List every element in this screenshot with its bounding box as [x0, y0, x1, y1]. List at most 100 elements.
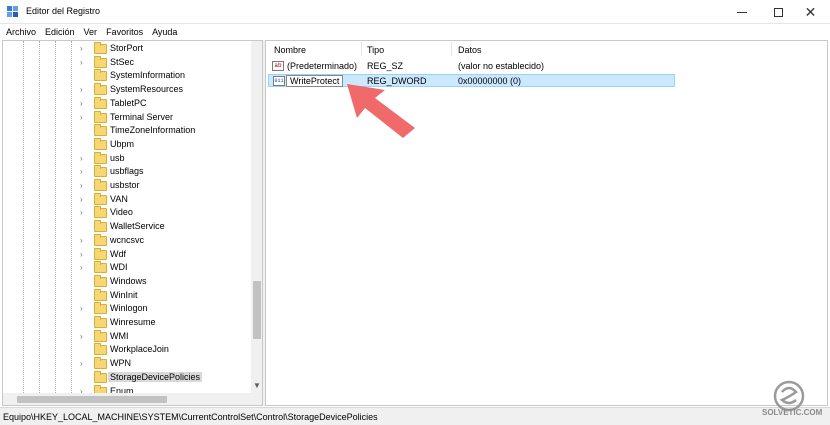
folder-icon: [94, 274, 107, 287]
column-header-nombre[interactable]: Nombre: [274, 45, 306, 55]
tree-item[interactable]: › SystemResources: [3, 83, 251, 97]
tree-item[interactable]: Windows: [3, 274, 251, 289]
tree-item[interactable]: › usbflags: [3, 165, 251, 179]
chevron-right-icon[interactable]: ›: [80, 332, 83, 341]
tree-item-label: Winresume: [110, 317, 156, 327]
tree-item[interactable]: › StorPort: [3, 42, 251, 56]
tree-item-label: VAN: [110, 193, 128, 204]
menu-edicion[interactable]: Edición: [45, 27, 75, 37]
folder-icon: [94, 247, 107, 260]
tree-item[interactable]: › Terminal Server: [3, 110, 251, 125]
tree-horizontal-scrollbar[interactable]: [3, 393, 251, 405]
folder-icon: [94, 69, 107, 82]
folder-icon: [94, 233, 107, 246]
chevron-right-icon[interactable]: ›: [80, 195, 83, 204]
tree-item[interactable]: TimeZoneInformation: [3, 124, 251, 138]
scroll-down-arrow-icon[interactable]: ▼: [253, 381, 261, 390]
chevron-right-icon[interactable]: ›: [80, 236, 83, 245]
chevron-right-icon[interactable]: ›: [80, 45, 83, 53]
menu-archivo[interactable]: Archivo: [6, 27, 36, 37]
tree-item-label: Wdf: [110, 248, 127, 259]
folder-icon: [94, 179, 107, 191]
tree-item[interactable]: › Winlogon: [3, 302, 251, 316]
tree-item[interactable]: › WDI: [3, 261, 251, 275]
tree-item-label: Ubpm: [110, 138, 135, 149]
folder-icon: [94, 137, 107, 150]
menu-favoritos[interactable]: Favoritos: [106, 27, 143, 37]
tree-item-label: wcncsvc: [110, 234, 145, 245]
pointer-arrow-icon: [347, 84, 415, 138]
tree-item[interactable]: › TabletPC: [3, 96, 251, 111]
chevron-right-icon[interactable]: ›: [80, 250, 83, 259]
minimize-icon: [737, 11, 747, 13]
tree-item[interactable]: › WPN: [3, 357, 251, 371]
tree-item[interactable]: › VAN: [3, 192, 251, 207]
tree-item[interactable]: Ubpm: [3, 137, 251, 152]
tree-item-selected[interactable]: StorageDevicePolicies: [3, 370, 251, 385]
chevron-right-icon[interactable]: ›: [80, 360, 83, 368]
value-name: (Predeterminado): [287, 61, 358, 71]
tree-item[interactable]: › WMI: [3, 329, 251, 344]
folder-icon: [94, 370, 107, 383]
column-header-tipo[interactable]: Tipo: [367, 45, 384, 55]
tree-item[interactable]: WinInit: [3, 288, 251, 303]
chevron-right-icon[interactable]: ›: [80, 154, 83, 163]
tree-item-label: WPN: [110, 358, 131, 369]
tree-item[interactable]: WorkplaceJoin: [3, 343, 251, 357]
registry-tree-pane[interactable]: › StorPort › StSec SystemInformation › SystemR…: [2, 40, 263, 406]
column-divider[interactable]: [451, 42, 452, 56]
folder-icon: [94, 165, 107, 178]
menu-ver[interactable]: Ver: [84, 27, 98, 37]
scroll-thumb[interactable]: [17, 396, 167, 403]
folder-icon: [94, 55, 107, 68]
value-name: WriteProtect: [286, 75, 344, 87]
tree-item[interactable]: WalletService: [3, 220, 251, 234]
list-header: Nombre Tipo Datos: [266, 41, 827, 58]
chevron-right-icon[interactable]: ›: [80, 168, 83, 176]
chevron-right-icon[interactable]: ›: [80, 86, 83, 94]
tree-item[interactable]: › StSec: [3, 55, 251, 70]
column-header-datos[interactable]: Datos: [458, 45, 482, 55]
menu-ayuda[interactable]: Ayuda: [152, 27, 177, 37]
folder-icon: [94, 96, 107, 109]
folder-icon: [94, 83, 107, 96]
value-row-selected[interactable]: 011 WriteProtect REG_DWORD 0x00000000 (0…: [268, 74, 675, 87]
column-divider[interactable]: [361, 42, 362, 56]
tree-item-label: Winlogon: [110, 303, 148, 314]
tree-item-label: WMI: [110, 330, 129, 341]
folder-icon: [94, 329, 107, 342]
folder-icon: [94, 357, 107, 370]
tree-vertical-scrollbar[interactable]: ▼: [251, 41, 262, 393]
chevron-right-icon[interactable]: ›: [80, 182, 83, 190]
status-bar: Equipo\HKEY_LOCAL_MACHINE\SYSTEM\Current…: [0, 407, 830, 425]
folder-icon: [94, 343, 107, 356]
chevron-right-icon[interactable]: ›: [80, 99, 83, 108]
chevron-right-icon[interactable]: ›: [80, 264, 83, 272]
close-icon: ✕: [804, 4, 817, 20]
chevron-right-icon[interactable]: ›: [80, 113, 83, 122]
chevron-right-icon[interactable]: ›: [80, 58, 83, 67]
value-row[interactable]: ab (Predeterminado) REG_SZ (valor no est…: [268, 60, 675, 73]
close-button[interactable]: ✕: [791, 0, 830, 24]
scroll-thumb[interactable]: [253, 281, 261, 339]
folder-icon: [94, 42, 107, 54]
tree-item[interactable]: › usbstor: [3, 179, 251, 193]
tree-item-label: WDI: [110, 262, 128, 273]
tree-item[interactable]: › usb: [3, 151, 251, 166]
tree-item-label: SystemInformation: [110, 70, 186, 81]
tree-item-label: Windows: [110, 275, 147, 286]
tree-item[interactable]: › Wdf: [3, 247, 251, 262]
tree-item[interactable]: › Video: [3, 206, 251, 220]
chevron-right-icon[interactable]: ›: [80, 209, 83, 217]
tree-item-label: StorageDevicePolicies: [108, 371, 203, 382]
title-bar: Editor del Registro ✕: [0, 0, 830, 24]
tree-item[interactable]: SystemInformation: [3, 69, 251, 83]
folder-icon: [94, 110, 107, 123]
chevron-right-icon[interactable]: ›: [80, 305, 83, 313]
tree-item[interactable]: › wcncsvc: [3, 233, 251, 248]
tree-item-label: Terminal Server: [110, 111, 174, 122]
folder-icon: [94, 151, 107, 164]
value-type: REG_SZ: [367, 61, 404, 71]
tree-item[interactable]: Winresume: [3, 316, 251, 330]
window-title: Editor del Registro: [26, 6, 101, 16]
